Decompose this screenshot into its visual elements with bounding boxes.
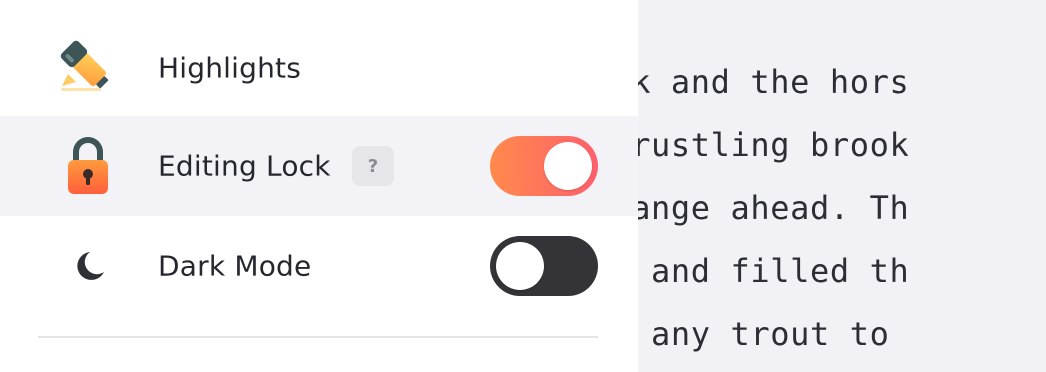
toggle-knob	[496, 242, 544, 290]
highlights-label: Highlights	[158, 51, 301, 85]
moon-icon	[56, 234, 120, 298]
help-badge[interactable]: ?	[352, 146, 394, 186]
dark-mode-label: Dark Mode	[158, 249, 312, 283]
highlighter-icon	[56, 36, 120, 100]
toggle-knob	[544, 142, 592, 190]
settings-menu: Highlights Editing Lock ? Dark Mode	[0, 0, 638, 372]
menu-item-dark-mode[interactable]: Dark Mode	[0, 216, 638, 316]
dark-mode-toggle[interactable]	[490, 236, 598, 296]
lock-icon	[56, 134, 120, 198]
editing-lock-toggle[interactable]	[490, 136, 598, 196]
menu-divider	[38, 336, 598, 338]
editing-lock-label: Editing Lock	[158, 149, 331, 183]
menu-item-editing-lock[interactable]: Editing Lock ?	[0, 116, 638, 216]
menu-item-highlights[interactable]: Highlights	[0, 18, 638, 118]
